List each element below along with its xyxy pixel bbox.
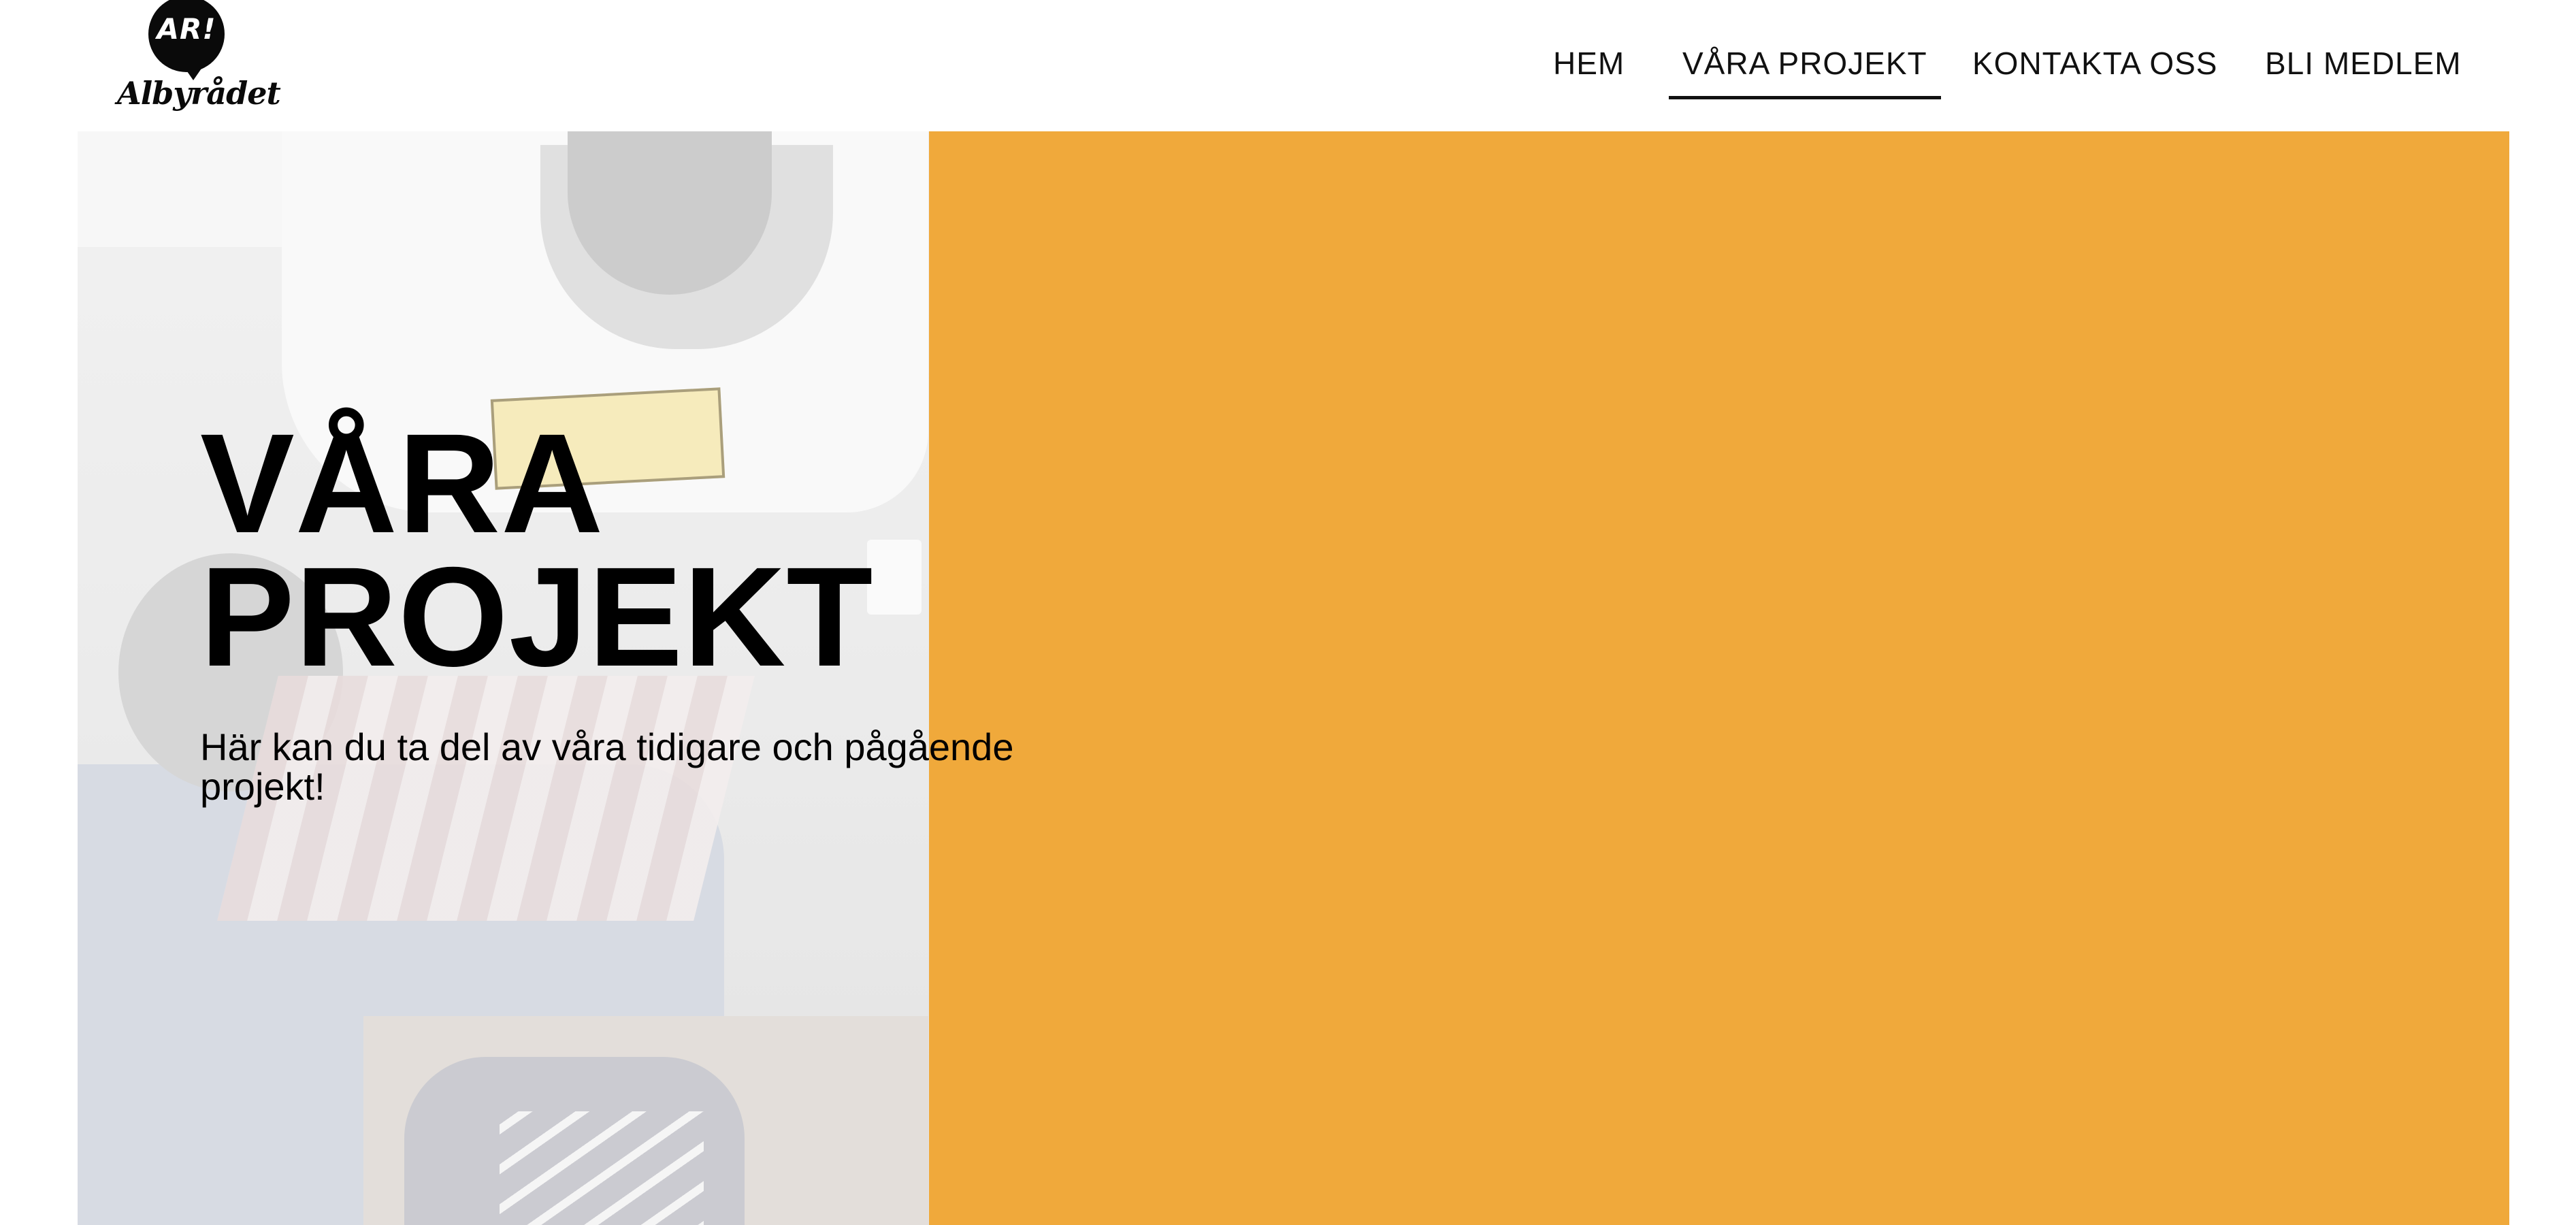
page: AR! Albyrådet HEM VÅRA PROJEKT KONTAKTA …	[0, 0, 2576, 1225]
hero-section: VÅRA PROJEKT Här kan du ta del av våra t…	[78, 131, 2509, 1225]
nav-item-vara-projekt[interactable]: VÅRA PROJEKT	[1669, 39, 1941, 101]
page-title-line2: PROJEKT	[200, 538, 874, 696]
site-header: AR! Albyrådet HEM VÅRA PROJEKT KONTAKTA …	[0, 0, 2576, 131]
hero-text: VÅRA PROJEKT Här kan du ta del av våra t…	[200, 413, 1221, 808]
main-nav: HEM VÅRA PROJEKT KONTAKTA OSS BLI MEDLEM	[0, 39, 2576, 101]
hero-subtitle: Här kan du ta del av våra tidigare och p…	[200, 725, 1014, 808]
nav-item-bli-medlem[interactable]: BLI MEDLEM	[2265, 39, 2462, 101]
nav-item-kontakta-oss[interactable]: KONTAKTA OSS	[1972, 39, 2217, 101]
page-title: VÅRA PROJEKT	[200, 413, 1221, 688]
nav-item-hem[interactable]: HEM	[1553, 39, 1625, 101]
